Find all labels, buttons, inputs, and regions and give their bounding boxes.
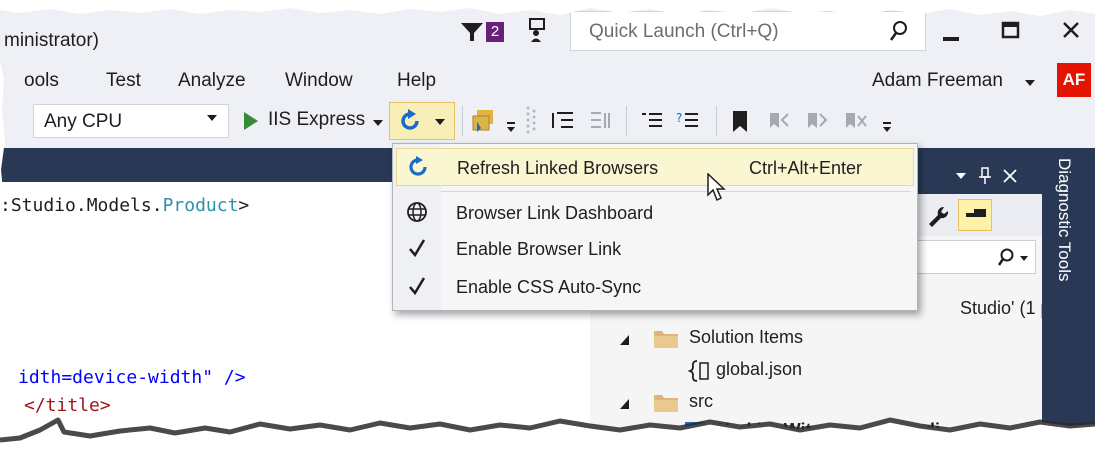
visual-studio-window: ministrator) 2 Quick Launch (Ctrl+Q) ool (0, 0, 1095, 454)
torn-edge-overlay (0, 0, 1095, 454)
